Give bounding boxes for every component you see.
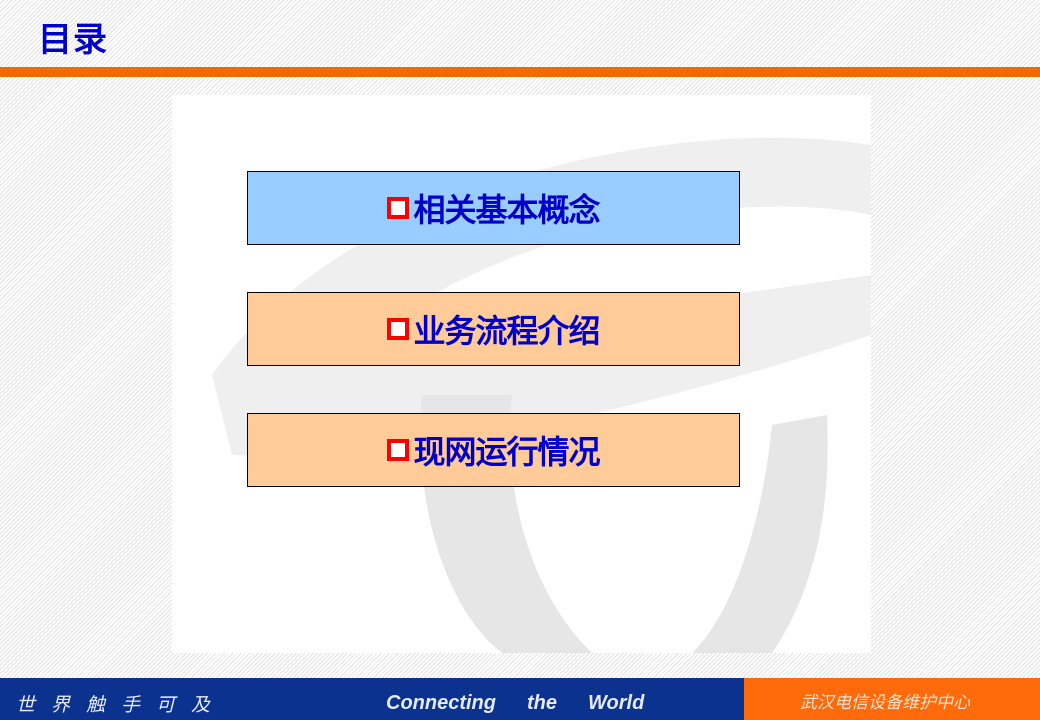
page-title: 目录: [38, 20, 108, 60]
menu-item-label: 业务流程介绍: [413, 312, 600, 350]
header-divider: [0, 67, 1040, 77]
footer-slogan-bar: 世界触手可及 Connecting the World: [0, 678, 744, 720]
hollow-square-bullet-icon: [387, 197, 410, 219]
hollow-square-bullet-icon: [387, 318, 410, 340]
slogan-chinese: 世界触手可及: [16, 694, 227, 716]
organization-name: 武汉电信设备维护中心: [800, 693, 970, 713]
menu-item-basic-concepts[interactable]: 相关基本概念: [247, 171, 740, 245]
menu-item-network-status[interactable]: 现网运行情况: [247, 413, 740, 487]
menu-item-business-process[interactable]: 业务流程介绍: [247, 292, 740, 366]
content-panel: 相关基本概念 业务流程介绍 现网运行情况: [172, 95, 871, 653]
hollow-square-bullet-icon: [387, 439, 410, 461]
slogan-english-word: Connecting: [386, 692, 496, 714]
footer: 世界触手可及 Connecting the World 武汉电信设备维护中心: [0, 678, 1040, 720]
slogan-english-word: the: [527, 692, 557, 714]
menu-item-label: 现网运行情况: [413, 433, 600, 471]
footer-organization-bar: 武汉电信设备维护中心: [744, 678, 1040, 720]
slogan-english-word: World: [588, 692, 645, 714]
menu-item-label: 相关基本概念: [413, 191, 600, 229]
